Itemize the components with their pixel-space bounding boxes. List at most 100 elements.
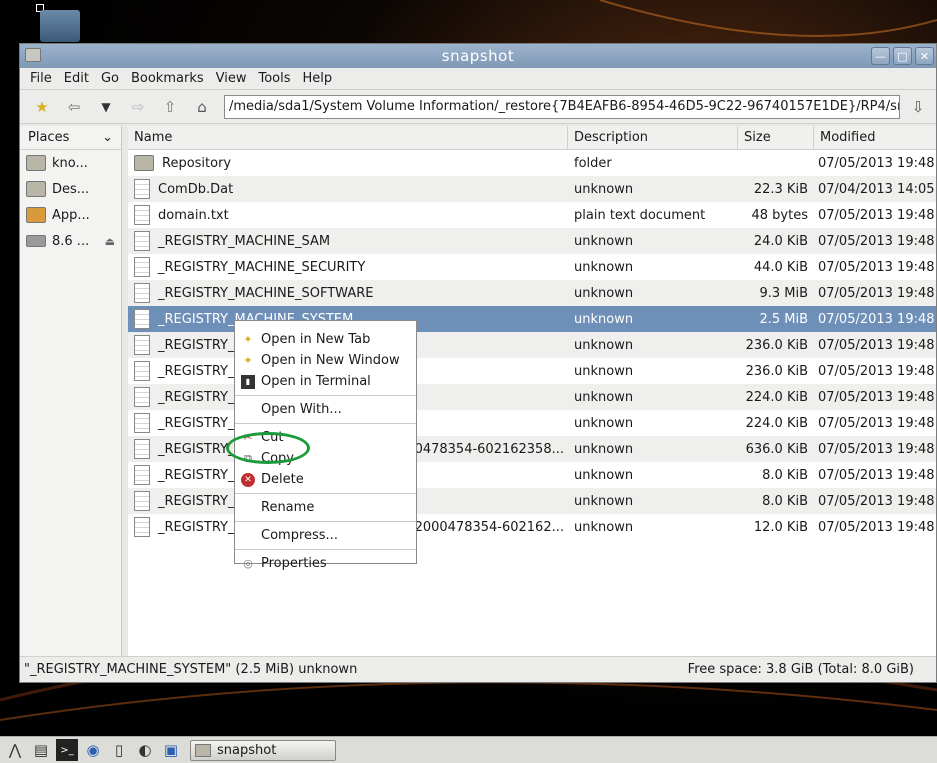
history-dropdown-icon[interactable]: ▼ bbox=[92, 94, 120, 120]
minimize-button[interactable]: — bbox=[871, 47, 890, 65]
file-description: unknown bbox=[574, 363, 634, 379]
column-description[interactable]: Description bbox=[568, 126, 738, 149]
text-editor-icon[interactable]: ▯ bbox=[108, 739, 130, 761]
file-description: unknown bbox=[574, 337, 634, 353]
title-bar[interactable]: snapshot — □ ✕ bbox=[20, 44, 936, 68]
menu-view[interactable]: View bbox=[210, 71, 253, 86]
menu-file[interactable]: File bbox=[24, 71, 58, 86]
column-modified[interactable]: Modified bbox=[814, 126, 934, 149]
folder-icon bbox=[195, 743, 211, 757]
menu-item-delete[interactable]: ✕ Delete bbox=[235, 469, 416, 490]
new-tab-icon[interactable]: ★ bbox=[28, 94, 56, 120]
file-description: unknown bbox=[574, 181, 634, 197]
menu-item-label: Delete bbox=[261, 472, 304, 487]
file-size: 9.3 MiB bbox=[759, 285, 808, 301]
file-name: _REGISTRY_MACHINE_SECURITY bbox=[158, 259, 366, 275]
menu-item-label: Copy bbox=[261, 451, 294, 466]
menu-tools[interactable]: Tools bbox=[252, 71, 296, 86]
menu-item-compress[interactable]: Compress... bbox=[235, 525, 416, 546]
taskbar-window-snapshot[interactable]: snapshot bbox=[190, 739, 336, 761]
file-size: 8.0 KiB bbox=[762, 493, 808, 509]
toolbar: ★ ⇦ ▼ ⇨ ⇧ ⌂ /media/sda1/System Volume In… bbox=[20, 90, 936, 124]
places-item-applications[interactable]: App... bbox=[20, 202, 121, 228]
file-icon bbox=[134, 439, 150, 459]
column-size[interactable]: Size bbox=[738, 126, 814, 149]
file-icon bbox=[134, 205, 150, 225]
places-header[interactable]: Places ⌄ bbox=[20, 126, 121, 150]
file-modified: 07/05/2013 19:48 bbox=[818, 363, 934, 379]
browser-icon[interactable]: ◉ bbox=[82, 739, 104, 761]
menu-item-copy[interactable]: ⧉ Copy bbox=[235, 448, 416, 469]
menu-help[interactable]: Help bbox=[297, 71, 339, 86]
desktop-folder-icon bbox=[26, 181, 46, 197]
terminal-icon[interactable]: >_ bbox=[56, 739, 78, 761]
places-panel: Places ⌄ kno... Des... App... 8.6 ... ⏏ bbox=[20, 126, 122, 656]
table-row[interactable]: domain.txt plain text document 48 bytes 07/… bbox=[128, 202, 936, 228]
file-description: unknown bbox=[574, 415, 634, 431]
file-name: _REGISTRY_U bbox=[158, 363, 245, 379]
folder-icon bbox=[25, 48, 41, 62]
file-name: _REGISTRY_U bbox=[158, 441, 245, 457]
maximize-button[interactable]: □ bbox=[893, 47, 912, 65]
file-size: 22.3 KiB bbox=[753, 181, 808, 197]
home-icon[interactable]: ⌂ bbox=[188, 94, 216, 120]
lock-screen-icon[interactable]: ◐ bbox=[134, 739, 156, 761]
file-name: Repository bbox=[162, 155, 232, 171]
menu-item-open-new-window[interactable]: ✦ Open in New Window bbox=[235, 350, 416, 371]
close-button[interactable]: ✕ bbox=[915, 47, 934, 65]
file-size: 236.0 KiB bbox=[745, 363, 808, 379]
places-item-label: App... bbox=[52, 207, 90, 223]
table-row[interactable]: _REGISTRY_MACHINE_SOFTWARE unknown 9.3 MiB… bbox=[128, 280, 936, 306]
desktop-icon[interactable]: ▣ bbox=[160, 739, 182, 761]
file-name-cell: _REGISTRY_MACHINE_SAM bbox=[128, 231, 568, 251]
column-name[interactable]: Name bbox=[128, 126, 568, 149]
chevron-down-icon[interactable]: ⌄ bbox=[102, 130, 113, 145]
table-row[interactable]: Repository folder 07/05/2013 19:48 bbox=[128, 150, 936, 176]
menu-item-label: Open in New Tab bbox=[261, 332, 371, 347]
file-description: plain text document bbox=[574, 207, 706, 223]
menu-item-label: Compress... bbox=[261, 528, 338, 543]
go-icon[interactable]: ⇩ bbox=[904, 94, 932, 120]
file-name-tail: 0478354-602162358... bbox=[414, 441, 564, 457]
file-name: ComDb.Dat bbox=[158, 181, 234, 197]
file-name-cell: _REGISTRY_MACHINE_SECURITY bbox=[128, 257, 568, 277]
file-size: 8.0 KiB bbox=[762, 467, 808, 483]
menu-item-rename[interactable]: Rename bbox=[235, 497, 416, 518]
file-description: unknown bbox=[574, 467, 634, 483]
up-icon[interactable]: ⇧ bbox=[156, 94, 184, 120]
places-item-drive[interactable]: 8.6 ... ⏏ bbox=[20, 228, 121, 254]
menu-item-properties[interactable]: ◎ Properties bbox=[235, 553, 416, 574]
menu-edit[interactable]: Edit bbox=[58, 71, 95, 86]
table-row[interactable]: ComDb.Dat unknown 22.3 KiB 07/04/2013 14:05 bbox=[128, 176, 936, 202]
menu-bookmarks[interactable]: Bookmarks bbox=[125, 71, 210, 86]
properties-icon: ◎ bbox=[243, 557, 253, 570]
desktop-folder-icon[interactable] bbox=[36, 4, 82, 42]
menu-item-open-terminal[interactable]: ▮ Open in Terminal bbox=[235, 371, 416, 392]
applications-icon bbox=[26, 207, 46, 223]
status-free-space: Free space: 3.8 GiB (Total: 8.0 GiB) bbox=[687, 662, 914, 677]
start-menu-icon[interactable]: ⋀ bbox=[4, 739, 26, 761]
file-description: unknown bbox=[574, 285, 634, 301]
file-size: 44.0 KiB bbox=[753, 259, 808, 275]
file-manager-icon[interactable]: ▤ bbox=[30, 739, 52, 761]
menu-item-open-new-tab[interactable]: ✦ Open in New Tab bbox=[235, 329, 416, 350]
menu-item-open-with[interactable]: Open With... bbox=[235, 399, 416, 420]
location-bar[interactable]: /media/sda1/System Volume Information/_r… bbox=[224, 94, 900, 119]
places-item-label: 8.6 ... bbox=[52, 233, 90, 249]
menu-go[interactable]: Go bbox=[95, 71, 125, 86]
eject-icon[interactable]: ⏏ bbox=[105, 235, 115, 248]
table-row[interactable]: _REGISTRY_MACHINE_SECURITY unknown 44.0 Ki… bbox=[128, 254, 936, 280]
file-name-cell: ComDb.Dat bbox=[128, 179, 568, 199]
table-row[interactable]: _REGISTRY_MACHINE_SAM unknown 24.0 KiB 07/0… bbox=[128, 228, 936, 254]
file-icon bbox=[134, 231, 150, 251]
back-icon[interactable]: ⇦ bbox=[60, 94, 88, 120]
file-manager-window: snapshot — □ ✕ File Edit Go Bookmarks Vi… bbox=[19, 43, 937, 683]
forward-icon[interactable]: ⇨ bbox=[124, 94, 152, 120]
places-item-desktop[interactable]: Des... bbox=[20, 176, 121, 202]
file-modified: 07/05/2013 19:48 bbox=[818, 155, 934, 171]
places-item-home[interactable]: kno... bbox=[20, 150, 121, 176]
file-size: 636.0 KiB bbox=[745, 441, 808, 457]
file-icon bbox=[134, 465, 150, 485]
file-description: folder bbox=[574, 155, 612, 171]
menu-item-cut[interactable]: ✂ Cut bbox=[235, 427, 416, 448]
